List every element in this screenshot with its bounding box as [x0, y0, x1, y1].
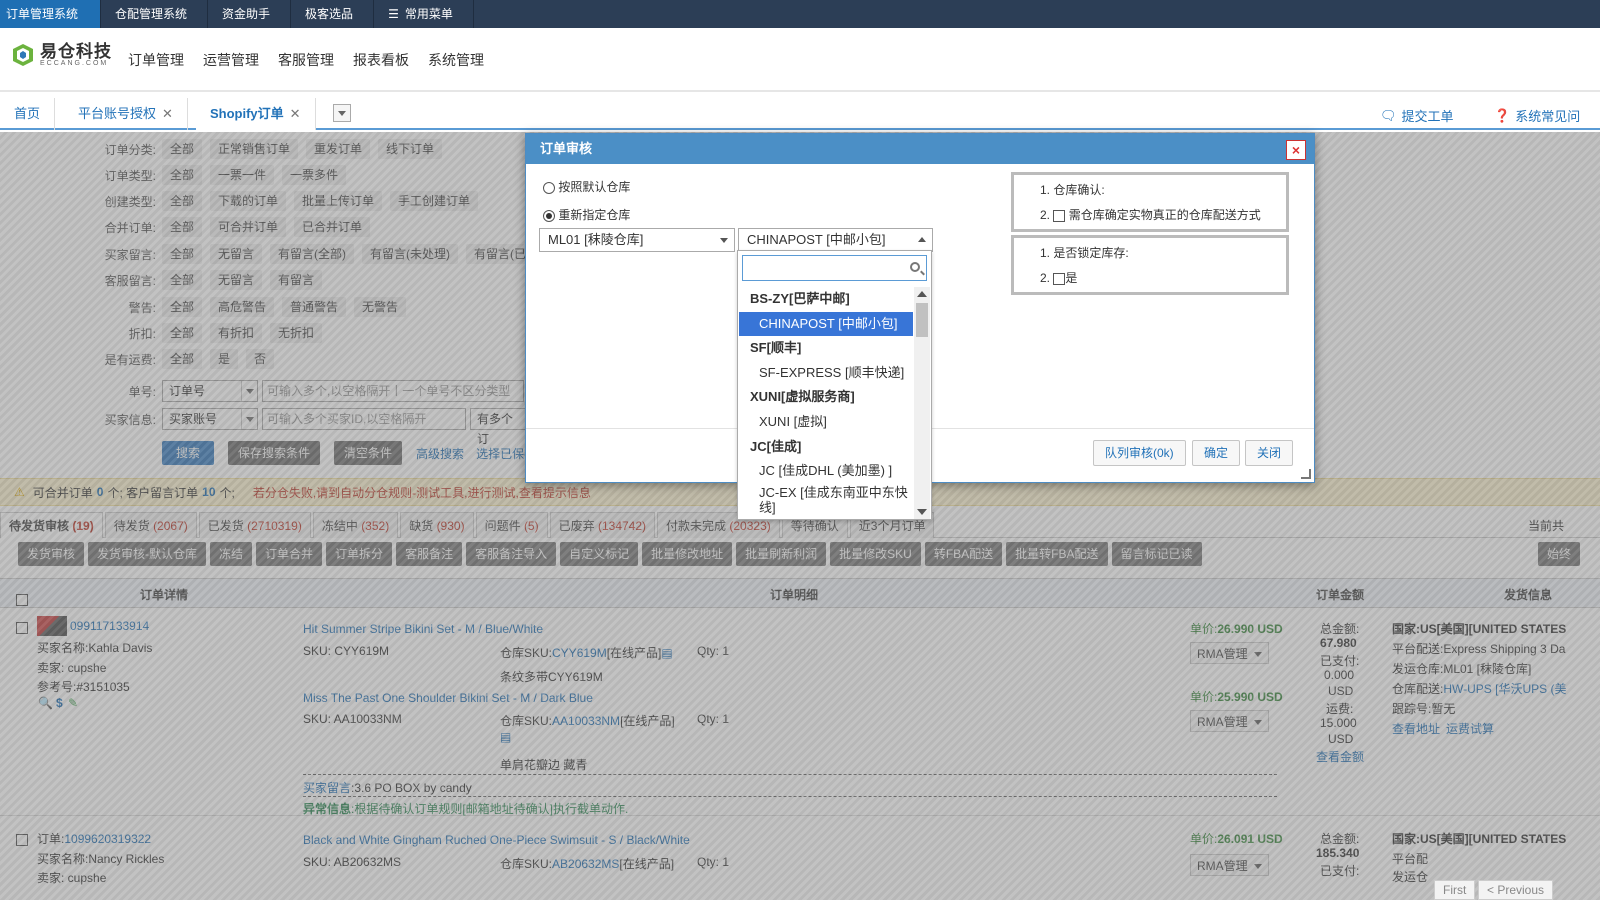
scroll-up-icon[interactable]	[917, 291, 927, 297]
common-menu[interactable]: ☰ 常用菜单	[374, 0, 474, 28]
logo[interactable]: 易仓科技 ECCANG.COM	[10, 42, 112, 68]
submit-ticket-link[interactable]: 🗨 提交工单	[1380, 106, 1454, 125]
chevron-down-icon	[720, 238, 728, 243]
tab-shopify-orders[interactable]: Shopify订单 ✕	[196, 98, 316, 130]
pager-first[interactable]: First	[1434, 880, 1476, 900]
carrier-option[interactable]: SF-EXPRESS [顺丰快递]	[739, 361, 913, 386]
list-number: 1.	[1040, 246, 1051, 260]
close-icon[interactable]: ✕	[162, 106, 173, 121]
close-icon[interactable]: ×	[1286, 140, 1306, 160]
help-icon: ❓	[1494, 107, 1511, 123]
tab-home-label: 首页	[14, 106, 41, 121]
main-header: 易仓科技 ECCANG.COM 订单管理 运营管理 客服管理 报表看板 系统管理	[0, 28, 1600, 92]
warehouse-select-value: ML01 [秣陵仓库]	[548, 232, 644, 247]
confirm-physical-checkbox[interactable]	[1053, 209, 1066, 222]
scrollbar-thumb[interactable]	[916, 303, 928, 337]
carrier-dropdown: BS-ZY[巴萨中邮] CHINAPOST [中邮小包] SF[顺丰] SF-EXPR…	[737, 250, 932, 520]
submit-ticket-label: 提交工单	[1401, 109, 1454, 124]
common-menu-label: 常用菜单	[404, 7, 453, 21]
resize-handle[interactable]	[1301, 469, 1311, 479]
nav-order-management[interactable]: 订单管理	[128, 50, 184, 70]
list-number: 1.	[1040, 183, 1051, 197]
scroll-down-icon[interactable]	[917, 509, 927, 515]
nav-reports[interactable]: 报表看板	[353, 50, 409, 70]
tab-label: 平台账号授权	[78, 106, 157, 121]
radio-default-warehouse[interactable]: 按照默认仓库	[543, 178, 630, 195]
carrier-group-label: XUNI[虚拟服务商]	[750, 389, 855, 405]
carrier-option[interactable]: CHINAPOST [中邮小包]	[739, 311, 913, 337]
carrier-select[interactable]: CHINAPOST [中邮小包]	[738, 228, 933, 252]
list-number: 2.	[1040, 208, 1051, 222]
carrier-select-value: CHINAPOST [中邮小包]	[747, 232, 886, 247]
logo-name: 易仓科技	[40, 42, 112, 61]
system-tab-finance[interactable]: 资金助手	[208, 0, 292, 28]
search-icon	[910, 262, 920, 272]
list-number: 2.	[1040, 271, 1051, 285]
nav-operations[interactable]: 运营管理	[203, 50, 259, 70]
system-tab-wms[interactable]: 仓配管理系统	[101, 0, 209, 28]
nav-customer-service[interactable]: 客服管理	[278, 50, 334, 70]
faq-label: 系统常见问	[1515, 109, 1581, 124]
system-tab-product-select[interactable]: 极客选品	[291, 0, 375, 28]
checkbox-label: 是	[1065, 271, 1078, 285]
close-icon[interactable]: ✕	[290, 106, 301, 121]
carrier-option[interactable]: JC [佳成DHL (美加墨) ]	[739, 459, 913, 484]
logo-subtitle: ECCANG.COM	[40, 60, 109, 67]
chat-icon: 🗨	[1380, 107, 1397, 123]
tab-platform-auth[interactable]: 平台账号授权 ✕	[64, 98, 188, 130]
menu-icon: ☰	[388, 7, 399, 21]
faq-link[interactable]: ❓ 系统常见问	[1494, 106, 1580, 125]
page-tabs: 首页 平台账号授权 ✕ Shopify订单 ✕	[0, 98, 1600, 130]
tab-label: Shopify订单	[210, 106, 284, 121]
radio-button[interactable]	[543, 209, 555, 222]
carrier-option[interactable]: JC-EX [佳成东南亚中东快线]	[739, 484, 913, 516]
main-nav: 订单管理 运营管理 客服管理 报表看板 系统管理	[128, 50, 503, 70]
carrier-search-input[interactable]	[742, 255, 927, 281]
radio-label: 重新指定仓库	[558, 208, 631, 222]
carrier-group-label: JC[佳成]	[750, 438, 802, 454]
close-button[interactable]: 关闭	[1245, 440, 1294, 466]
system-tab-oms[interactable]: 订单管理系统	[0, 0, 102, 28]
confirm-button[interactable]: 确定	[1192, 440, 1241, 466]
warehouse-confirm-box: 1. 仓库确认: 2. 需仓库确定实物真正的仓库配送方式	[1011, 172, 1289, 232]
pager-previous[interactable]: < Previous	[1478, 880, 1554, 900]
carrier-options-list: BS-ZY[巴萨中邮] CHINAPOST [中邮小包] SF[顺丰] SF-EXPR…	[739, 287, 913, 519]
dialog-title: 订单审核	[526, 134, 1314, 164]
chevron-up-icon	[918, 237, 926, 242]
tab-more-dropdown[interactable]	[333, 104, 351, 122]
carrier-group-label: BS-ZY[巴萨中邮]	[750, 291, 850, 306]
radio-button[interactable]	[543, 181, 555, 194]
lock-inventory-checkbox[interactable]	[1053, 272, 1066, 285]
system-bar: 订单管理系统 仓配管理系统 资金助手 极客选品 ☰ 常用菜单	[0, 0, 1600, 28]
queue-audit-button[interactable]: 队列审核(0k)	[1093, 440, 1186, 466]
radio-label: 按照默认仓库	[558, 180, 631, 194]
logo-icon	[13, 44, 33, 66]
info-label: 是否锁定库存:	[1053, 246, 1129, 260]
carrier-option[interactable]: XUNI [虚拟]	[739, 410, 913, 435]
nav-system[interactable]: 系统管理	[428, 50, 484, 70]
warehouse-select[interactable]: ML01 [秣陵仓库]	[539, 228, 735, 252]
info-label: 仓库确认:	[1053, 183, 1105, 197]
checkbox-label: 需仓库确定实物真正的仓库配送方式	[1068, 208, 1261, 222]
lock-inventory-box: 1. 是否锁定库存: 2. 是	[1011, 235, 1289, 295]
carrier-group-label: SF[顺丰]	[750, 340, 802, 356]
tab-home[interactable]: 首页	[0, 98, 56, 130]
scrollbar[interactable]	[914, 287, 930, 519]
radio-specify-warehouse[interactable]: 重新指定仓库	[543, 206, 630, 223]
